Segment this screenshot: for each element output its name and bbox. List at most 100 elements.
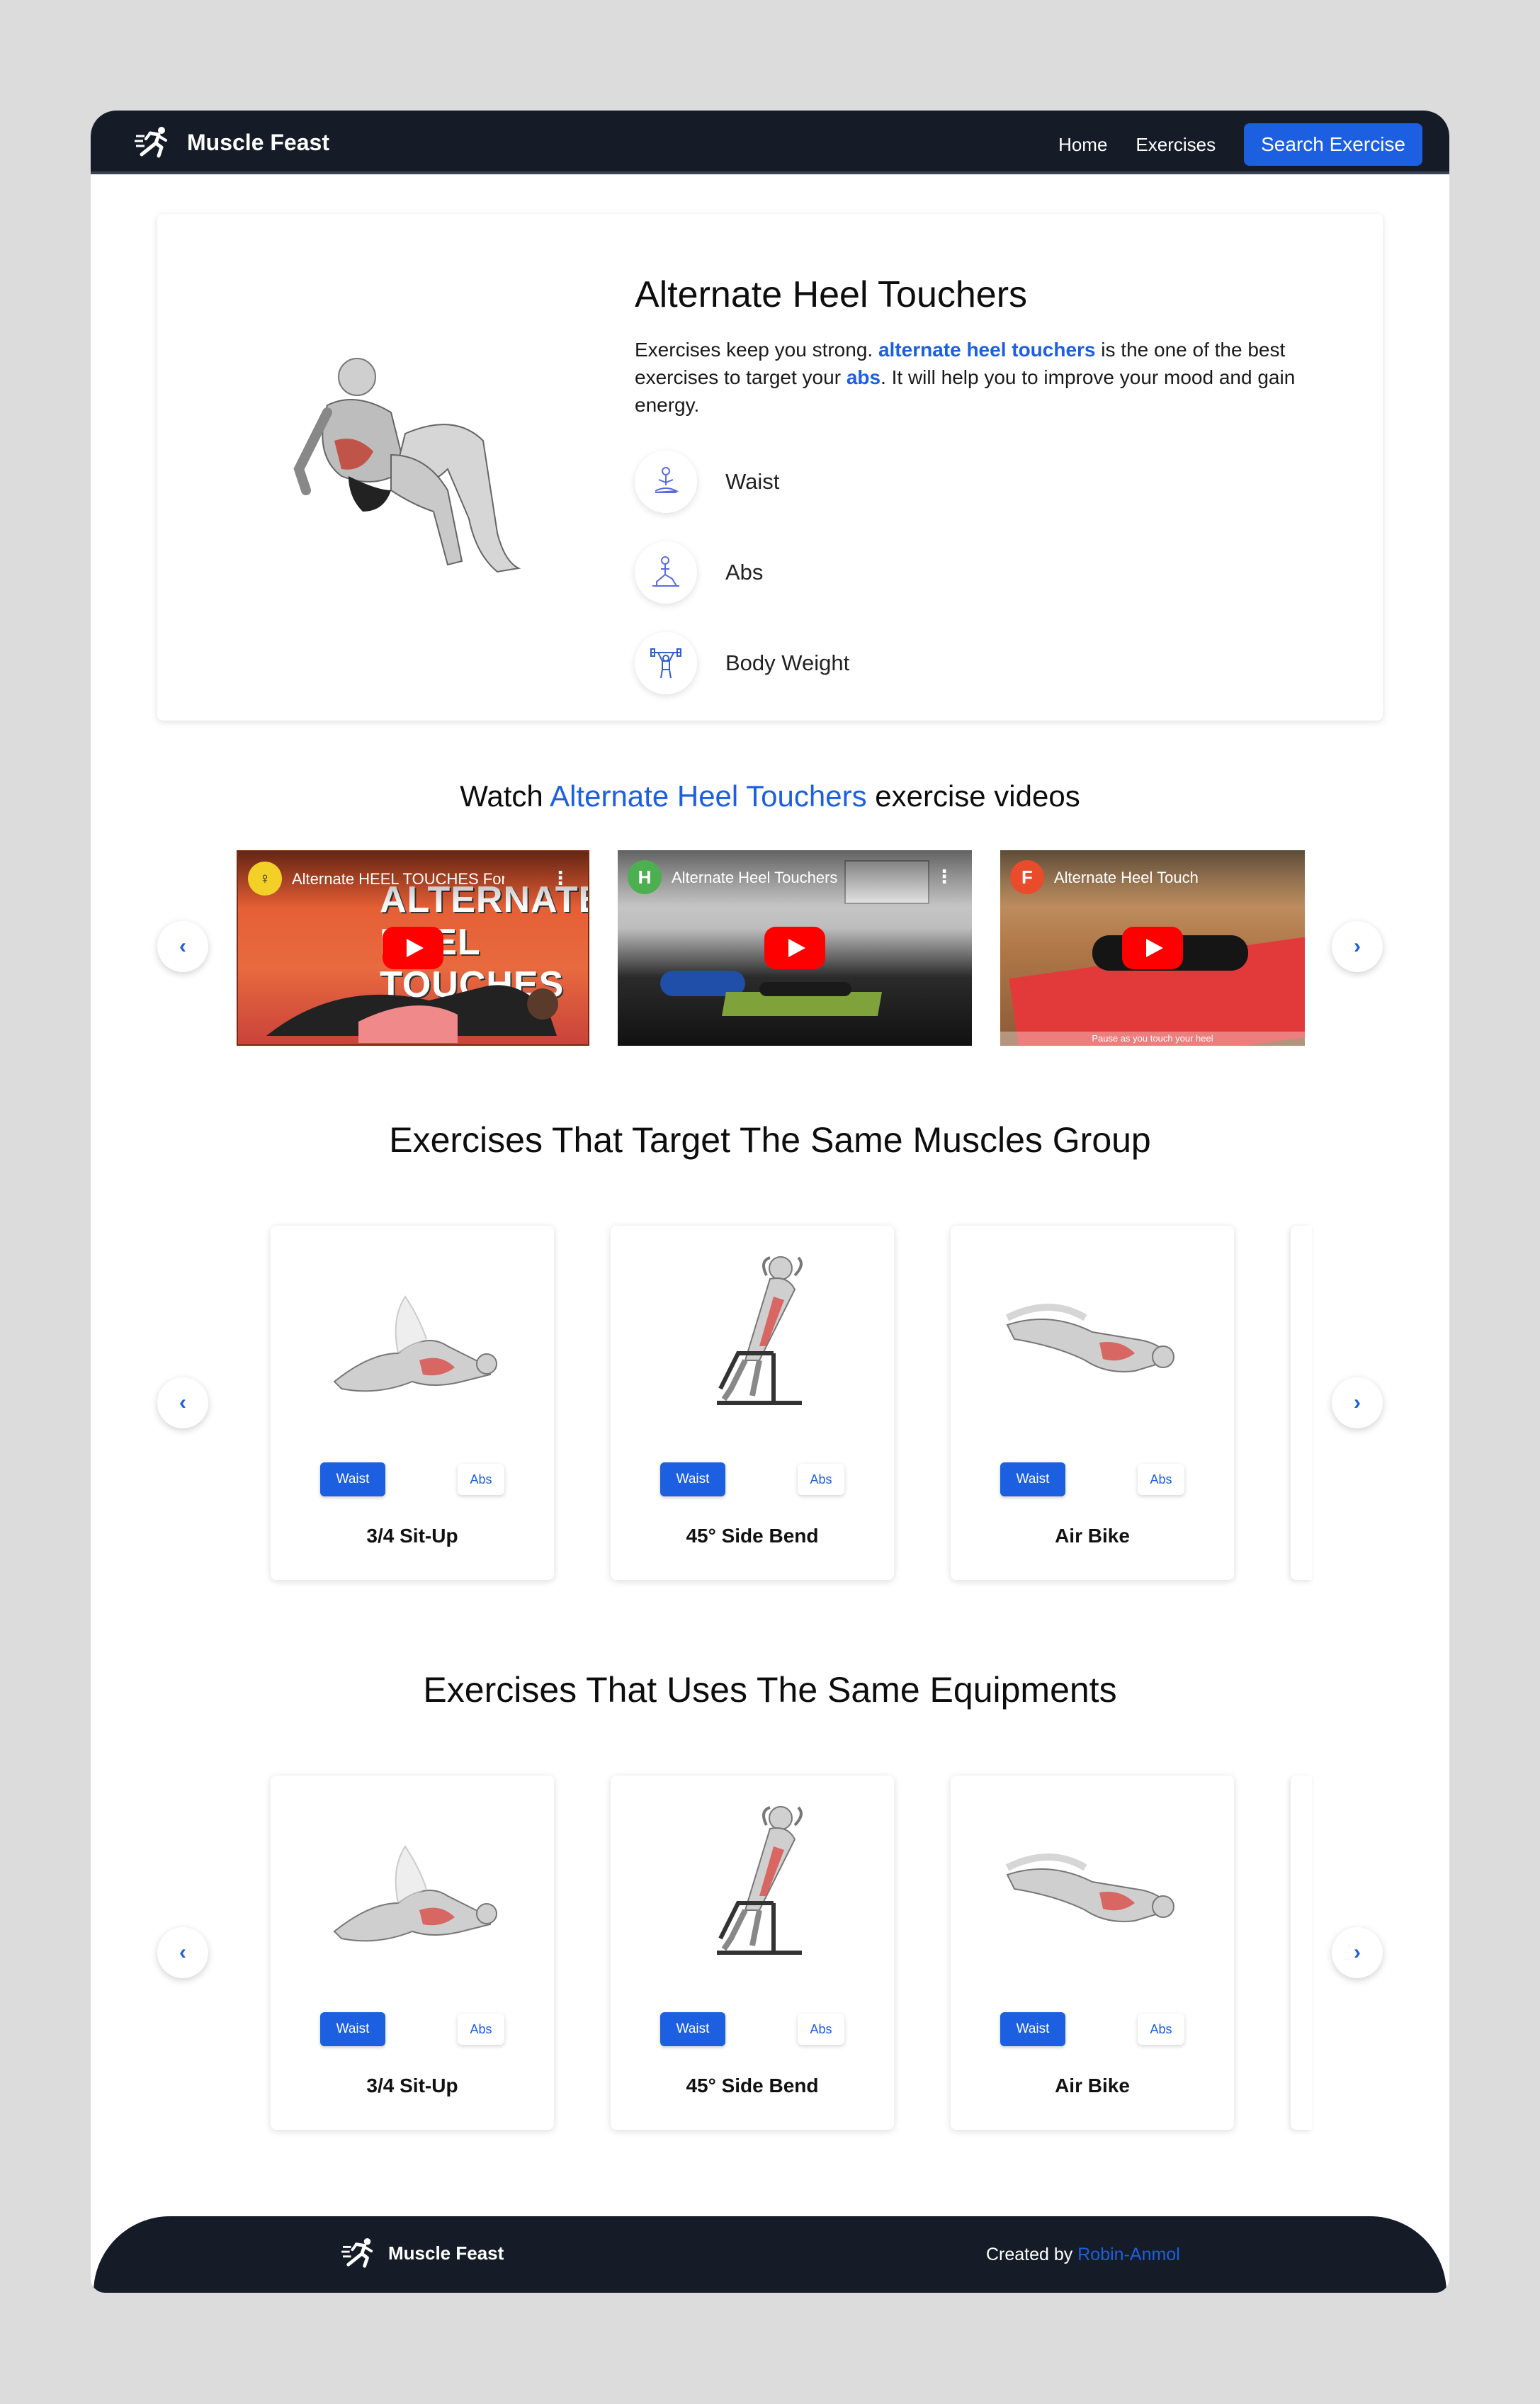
tag-waist-button[interactable]: Waist bbox=[320, 2012, 385, 2046]
video-title: Alternate Heel Touchers bbox=[672, 869, 838, 886]
more-options-icon[interactable]: ⋮ bbox=[551, 867, 570, 889]
tag-abs-button[interactable]: Abs bbox=[1138, 2014, 1184, 2045]
footer-brand[interactable]: Muscle Feast bbox=[341, 2237, 504, 2269]
videos-prev-arrow[interactable]: ‹ bbox=[157, 921, 208, 972]
tag-abs-button[interactable]: Abs bbox=[798, 2014, 844, 2045]
exercise-card-partial[interactable] bbox=[1291, 1776, 1312, 2130]
tag-waist-button[interactable]: Waist bbox=[1000, 1462, 1065, 1496]
device-frame: Muscle Feast Home Exercises Search Exerc… bbox=[0, 0, 1540, 2404]
exercise-description: Exercises keep you strong. alternate hee… bbox=[635, 336, 1343, 419]
channel-avatar: F bbox=[1010, 860, 1044, 894]
video-title: Alternate Heel Touch bbox=[1054, 869, 1199, 886]
tag-abs-button[interactable]: Abs bbox=[458, 1464, 504, 1495]
chevron-right-icon: › bbox=[1354, 1941, 1361, 1964]
exercise-card-name: 3/4 Sit-Up bbox=[366, 1525, 458, 1547]
tag-waist-button[interactable]: Waist bbox=[660, 2012, 725, 2046]
air-bike-illustration bbox=[1005, 1853, 1174, 1922]
navbar: Muscle Feast Home Exercises Search Exerc… bbox=[91, 111, 1449, 174]
footer: Muscle Feast Created by Robin-Anmol bbox=[94, 2216, 1446, 2293]
description-target: abs bbox=[846, 366, 881, 388]
channel-avatar: H bbox=[628, 860, 662, 894]
exercise-card-name: 45° Side Bend bbox=[686, 1525, 819, 1547]
tag-icon-circle bbox=[635, 451, 697, 513]
tag-abs-button[interactable]: Abs bbox=[1138, 1464, 1184, 1495]
videos-section-title: Watch Alternate Heel Touchers exercise v… bbox=[91, 779, 1449, 813]
exercise-card[interactable]: Waist Abs 3/4 Sit-Up bbox=[271, 1226, 554, 1580]
meditation-icon bbox=[655, 467, 679, 493]
equipment-section-title: Exercises That Uses The Same Equipments bbox=[423, 1670, 1117, 1710]
air-bike-illustration bbox=[1005, 1304, 1174, 1372]
channel-avatar: ♀ bbox=[248, 862, 282, 896]
author-link[interactable]: Robin-Anmol bbox=[1077, 2245, 1180, 2264]
exercise-card-name: 3/4 Sit-Up bbox=[366, 2075, 458, 2097]
exercise-card[interactable]: Waist Abs Air Bike bbox=[951, 1776, 1234, 2130]
footer-brand-name: Muscle Feast bbox=[388, 2242, 504, 2264]
tag-icon-circle bbox=[635, 541, 697, 604]
title-text: Watch bbox=[460, 779, 550, 813]
tag-label: Abs bbox=[725, 560, 764, 585]
search-exercise-button[interactable]: Search Exercise bbox=[1244, 123, 1422, 166]
exercise-card[interactable]: Waist Abs 3/4 Sit-Up bbox=[271, 1776, 554, 2130]
tag-abs: Abs bbox=[635, 541, 763, 604]
exercise-card-name: Air Bike bbox=[1055, 1525, 1130, 1547]
video-thumbnail[interactable]: H Alternate Heel Touchers ⋮ bbox=[618, 850, 972, 1046]
running-man-icon bbox=[135, 127, 167, 158]
tag-abs-button[interactable]: Abs bbox=[798, 1464, 844, 1495]
description-text: Exercises keep you strong. bbox=[635, 339, 878, 361]
tag-waist-button[interactable]: Waist bbox=[1000, 2012, 1065, 2046]
target-prev-arrow[interactable]: ‹ bbox=[157, 1377, 208, 1428]
lunge-pose-icon bbox=[652, 556, 679, 587]
nav-exercises-link[interactable]: Exercises bbox=[1136, 134, 1216, 156]
weightlifter-icon bbox=[650, 648, 681, 679]
tag-waist-button[interactable]: Waist bbox=[660, 1462, 725, 1496]
sit-up-illustration bbox=[333, 1295, 497, 1392]
tag-label: Body Weight bbox=[725, 650, 850, 675]
equipment-prev-arrow[interactable]: ‹ bbox=[157, 1927, 208, 1978]
credit-text: Created by bbox=[986, 2245, 1078, 2264]
exercise-card-name: 45° Side Bend bbox=[686, 2075, 819, 2097]
exercise-title: Alternate Heel Touchers bbox=[635, 274, 1028, 315]
brand-name: Muscle Feast bbox=[187, 129, 329, 155]
nav-home-link[interactable]: Home bbox=[1058, 134, 1107, 156]
browser-screen: Muscle Feast Home Exercises Search Exerc… bbox=[91, 111, 1449, 2293]
video-title: Alternate HEEL TOUCHES For Wo... bbox=[292, 870, 504, 888]
brand-logo-link[interactable]: Muscle Feast bbox=[135, 126, 329, 159]
tag-label: Waist bbox=[725, 469, 780, 494]
tag-body-weight: Body Weight bbox=[635, 632, 849, 694]
sit-up-illustration bbox=[333, 1845, 497, 1942]
tag-waist-button[interactable]: Waist bbox=[320, 1462, 385, 1496]
exercise-card[interactable]: Waist Abs 45° Side Bend bbox=[611, 1226, 894, 1580]
title-exercise-name: Alternate Heel Touchers bbox=[550, 779, 867, 813]
exercise-card-partial[interactable] bbox=[1291, 1226, 1312, 1580]
description-exercise-name: alternate heel touchers bbox=[878, 339, 1096, 361]
tag-waist: Waist bbox=[635, 451, 779, 513]
nav-links: Home Exercises Search Exercise bbox=[1058, 123, 1422, 166]
exercise-card[interactable]: Waist Abs 45° Side Bend bbox=[611, 1776, 894, 2130]
play-button-icon[interactable] bbox=[1122, 927, 1183, 969]
chevron-right-icon: › bbox=[1354, 935, 1361, 958]
equipment-next-arrow[interactable]: › bbox=[1332, 1927, 1383, 1978]
footer-credit: Created by Robin-Anmol bbox=[986, 2245, 1180, 2265]
play-button-icon[interactable] bbox=[764, 927, 825, 969]
more-options-icon[interactable]: ⋮ bbox=[935, 866, 953, 888]
chevron-left-icon: ‹ bbox=[179, 935, 186, 958]
tag-icon-circle bbox=[635, 632, 697, 694]
running-man-icon bbox=[341, 2237, 373, 2268]
chevron-right-icon: › bbox=[1354, 1391, 1361, 1414]
exercise-card-name: Air Bike bbox=[1055, 2075, 1130, 2097]
female-symbol-icon: ♀ bbox=[259, 869, 271, 887]
play-button-icon[interactable] bbox=[383, 927, 443, 969]
target-next-arrow[interactable]: › bbox=[1332, 1377, 1383, 1428]
exercise-detail-card: Alternate Heel Touchers Exercises keep y… bbox=[157, 214, 1383, 721]
video-thumbnail[interactable]: ALTERNATE HEEL TOUCHES ♀ Alternate HEEL … bbox=[237, 850, 589, 1046]
video-caption: Pause as you touch your heel bbox=[1000, 1032, 1305, 1046]
side-bend-illustration bbox=[717, 1806, 803, 1955]
exercise-illustration bbox=[293, 358, 521, 573]
exercise-card[interactable]: Waist Abs Air Bike bbox=[951, 1226, 1234, 1580]
tag-abs-button[interactable]: Abs bbox=[458, 2014, 504, 2045]
chevron-left-icon: ‹ bbox=[179, 1391, 186, 1414]
person-silhouette bbox=[759, 982, 851, 996]
target-section-title: Exercises That Target The Same Muscles G… bbox=[389, 1120, 1151, 1160]
videos-next-arrow[interactable]: › bbox=[1332, 921, 1383, 972]
video-thumbnail[interactable]: Pause as you touch your heel F Alternate… bbox=[1000, 850, 1305, 1046]
